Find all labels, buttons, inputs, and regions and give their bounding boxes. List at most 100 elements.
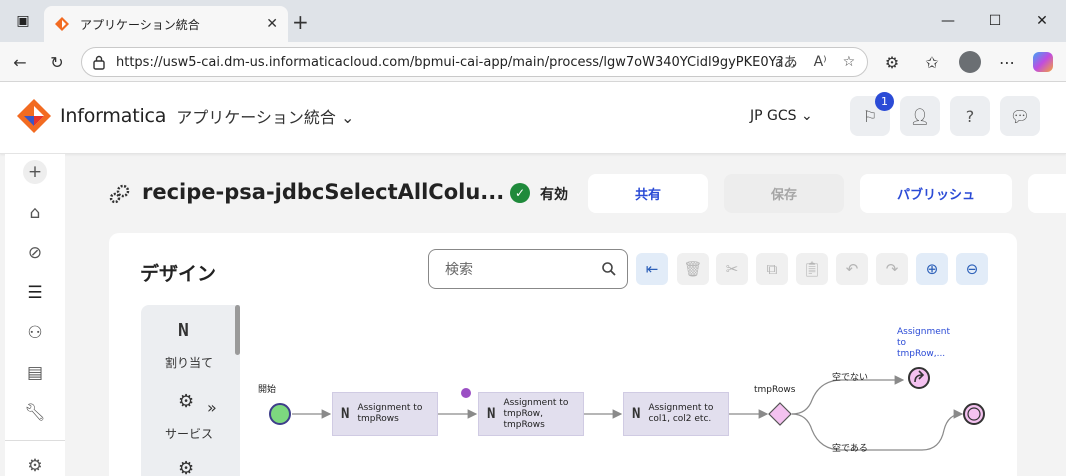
add-icon[interactable]: + xyxy=(23,160,47,184)
left-rail: + ⌂ ⊘ ☰ ⚇ ▤ 🔧︎ ⚙ xyxy=(5,154,65,476)
share-button[interactable]: 共有 xyxy=(588,174,708,213)
chat-button[interactable]: 💬︎ xyxy=(1000,96,1040,136)
app-name: アプリケーション統合 xyxy=(176,108,336,127)
new-tab-icon[interactable]: + xyxy=(292,10,309,34)
more-actions-button[interactable] xyxy=(1028,174,1066,213)
align-left-tool[interactable]: ⇤ xyxy=(636,253,668,285)
paste-tool[interactable]: 📋︎ xyxy=(796,253,828,285)
palette-item-service[interactable]: サービス xyxy=(165,425,213,442)
cut-tool[interactable]: ✂ xyxy=(716,253,748,285)
start-node[interactable] xyxy=(269,403,291,425)
save-button[interactable]: 保存 xyxy=(724,174,844,213)
redo-tool[interactable]: ↷ xyxy=(876,253,908,285)
redo-icon: ↷ xyxy=(885,260,899,278)
reload-icon[interactable]: ↻ xyxy=(45,50,69,74)
back-icon[interactable]: ← xyxy=(8,50,32,74)
step-node[interactable]: N Assignment to tmpRows xyxy=(332,392,438,436)
minimize-icon[interactable]: — xyxy=(925,0,971,42)
end-node[interactable] xyxy=(963,403,985,425)
search-icon xyxy=(602,262,616,276)
search-box[interactable]: 検索 xyxy=(428,249,628,289)
app-switcher[interactable]: アプリケーション統合 ⌄ xyxy=(176,104,354,128)
org-selector[interactable]: JP GCS ⌄ xyxy=(750,108,813,124)
browser-tab-bar: ▣ アプリケーション統合 ✕ + — ☐ ✕ xyxy=(0,0,1066,42)
notification-badge: 1 xyxy=(875,92,894,111)
window-menu-icon[interactable]: ▣ xyxy=(0,0,46,42)
url-text: https://usw5-cai.dm-us.informaticacloud.… xyxy=(116,54,796,70)
brand-name: Informatica xyxy=(60,105,167,127)
jump-target-label[interactable]: Assignment to tmpRow,... xyxy=(897,327,950,360)
collapse-left-icon: ⇤ xyxy=(645,260,659,278)
undo-tool[interactable]: ↶ xyxy=(836,253,868,285)
expand-chevrons-icon[interactable]: » xyxy=(207,398,217,417)
close-window-icon[interactable]: ✕ xyxy=(1019,0,1065,42)
tab-title: アプリケーション統合 xyxy=(80,17,200,32)
chevron-down-icon: ⌄ xyxy=(341,108,355,127)
favorites-icon[interactable]: ✩ xyxy=(920,50,944,74)
design-icon[interactable]: ☰ xyxy=(23,281,47,305)
maximize-icon[interactable]: ☐ xyxy=(972,0,1018,42)
assignment-icon: N xyxy=(487,406,496,422)
trash-icon: 🗑︎ xyxy=(683,260,703,278)
extensions-icon[interactable]: ⚙ xyxy=(880,50,904,74)
user-icon: 👤︎ xyxy=(909,106,931,126)
monitor-icon[interactable]: ▤ xyxy=(23,361,47,385)
close-tab-icon[interactable]: ✕ xyxy=(266,16,278,32)
chevron-down-icon: ⌄ xyxy=(801,108,813,124)
zoom-out-icon: ⊖ xyxy=(965,260,979,278)
step-text: Assignment to tmpRows xyxy=(357,403,423,424)
read-aloud-icon[interactable]: aあ xyxy=(775,52,798,72)
decision-label: tmpRows xyxy=(754,385,796,395)
design-title: デザイン xyxy=(140,263,217,285)
brand[interactable]: Informatica アプリケーション統合 ⌄ xyxy=(16,98,354,134)
zoom-in-icon: ⊕ xyxy=(925,260,939,278)
favorite-star-icon[interactable]: ☆ xyxy=(843,54,856,70)
zoom-in-tool[interactable]: ⊕ xyxy=(916,253,948,285)
step-node[interactable]: N Assignment to col1, col2 etc. xyxy=(623,392,729,436)
process-title: recipe-psa-jdbcSelectAllColu... xyxy=(142,180,505,204)
user-button[interactable]: 👤︎ xyxy=(900,96,940,136)
decision-node[interactable] xyxy=(768,402,792,426)
assignment-icon[interactable]: N xyxy=(178,320,189,341)
step-text: Assignment to tmpRow, tmpRows xyxy=(503,397,569,430)
scissors-icon: ✂ xyxy=(725,260,739,278)
help-button[interactable]: ? xyxy=(950,96,990,136)
assignment-icon: N xyxy=(632,406,641,422)
palette-item-assignment[interactable]: 割り当て xyxy=(165,354,213,371)
copilot-icon[interactable] xyxy=(1031,50,1055,74)
process-gear-icon[interactable]: ⚙ xyxy=(23,454,47,476)
step-text: Assignment to col1, col2 etc. xyxy=(648,403,714,424)
home-icon[interactable]: ⌂ xyxy=(23,201,47,225)
wrench-icon[interactable]: 🔧︎ xyxy=(23,401,47,425)
zoom-out-tool[interactable]: ⊖ xyxy=(956,253,988,285)
check-icon: ✓ xyxy=(510,183,530,203)
publish-button[interactable]: パブリッシュ xyxy=(860,174,1012,213)
chat-icon: 💬︎ xyxy=(1009,106,1031,126)
step-marker-icon xyxy=(461,388,471,398)
url-field[interactable]: https://usw5-cai.dm-us.informaticacloud.… xyxy=(81,47,868,77)
flag-icon: ⚐ xyxy=(862,106,878,126)
start-label: 開始 xyxy=(258,385,277,395)
palette-scrollbar[interactable] xyxy=(235,305,240,355)
connections-icon[interactable]: ⚇ xyxy=(23,321,47,345)
copy-tool[interactable]: ⧉ xyxy=(756,253,788,285)
delete-tool[interactable]: 🗑︎ xyxy=(677,253,709,285)
service-gears-icon[interactable]: ⚙ xyxy=(178,391,194,412)
browser-tab[interactable]: アプリケーション統合 ✕ xyxy=(44,6,288,42)
immersive-reader-icon[interactable]: A⁾ xyxy=(814,54,827,70)
palette-more-icon[interactable]: ⚙ xyxy=(178,458,194,476)
explore-icon[interactable]: ⊘ xyxy=(23,241,47,265)
search-placeholder: 検索 xyxy=(445,262,473,278)
profile-avatar-icon[interactable] xyxy=(958,50,982,74)
assignment-icon: N xyxy=(341,406,350,422)
informatica-favicon-icon xyxy=(55,17,69,31)
copy-icon: ⧉ xyxy=(766,260,778,278)
informatica-logo-icon xyxy=(17,99,51,133)
branch-not-empty-label: 空でない xyxy=(832,373,869,383)
status-label: 有効 xyxy=(540,187,568,203)
connector-line xyxy=(791,375,905,415)
app-header: Informatica アプリケーション統合 ⌄ JP GCS ⌄ ⚐ 👤︎ ?… xyxy=(0,82,1066,154)
step-node[interactable]: N Assignment to tmpRow, tmpRows xyxy=(478,392,584,436)
more-menu-icon[interactable]: ⋯ xyxy=(995,50,1019,74)
address-toolbar: ← ↻ https://usw5-cai.dm-us.informaticacl… xyxy=(0,42,1066,82)
